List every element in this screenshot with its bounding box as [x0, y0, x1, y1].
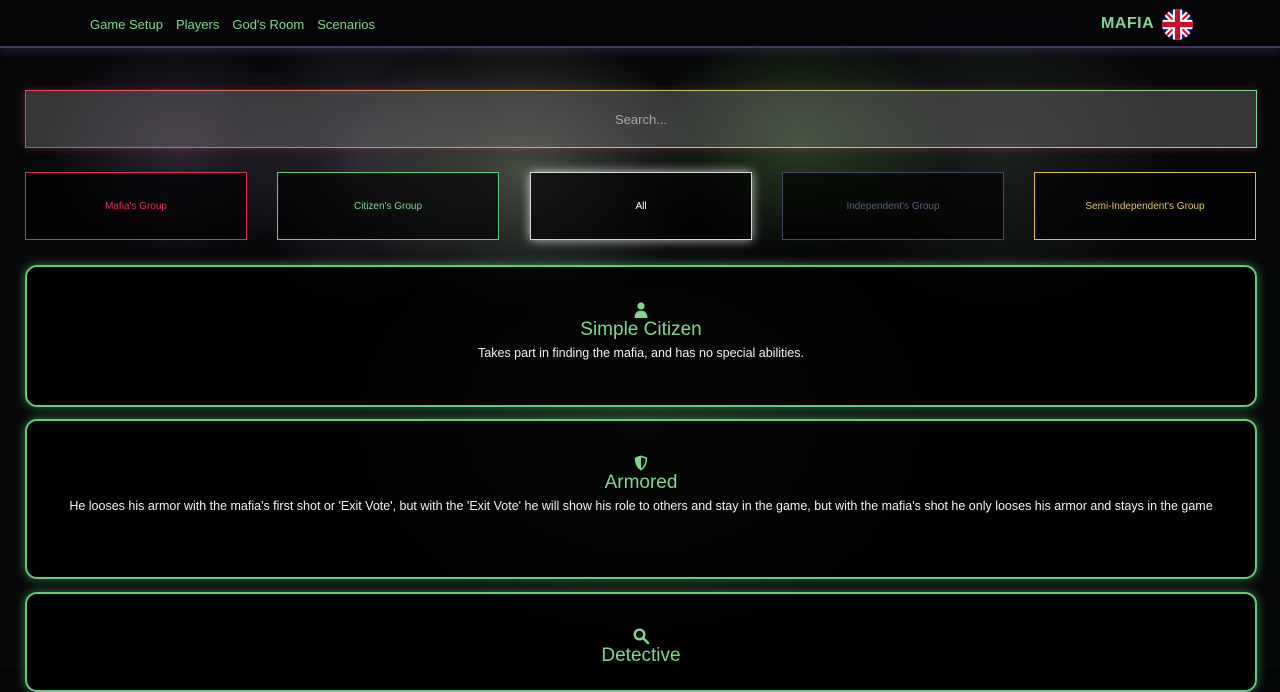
filter-all[interactable]: All [530, 172, 752, 240]
filter-independent-group[interactable]: Independent's Group [782, 172, 1004, 240]
brand: MAFIA [1101, 8, 1194, 40]
role-description: Takes part in finding the mafia, and has… [478, 346, 804, 360]
filter-citizen-group[interactable]: Citizen's Group [277, 172, 499, 240]
nav-game-setup[interactable]: Game Setup [90, 17, 163, 32]
role-card-armored[interactable]: Armored He looses his armor with the maf… [25, 419, 1257, 579]
search-input[interactable] [26, 91, 1256, 147]
role-title: Detective [601, 645, 681, 666]
role-description: He looses his armor with the mafia's fir… [69, 499, 1213, 513]
main-nav: Game Setup Players God's Room Scenarios [90, 0, 375, 48]
role-card-detective[interactable]: Detective [25, 592, 1257, 692]
brand-name: MAFIA [1101, 15, 1155, 32]
nav-gods-room[interactable]: God's Room [232, 17, 304, 32]
group-filters: Mafia's Group Citizen's Group All Indepe… [25, 172, 1257, 240]
role-title: Simple Citizen [580, 319, 702, 340]
uk-flag-icon[interactable] [1162, 8, 1194, 40]
shield-icon [634, 455, 648, 471]
user-icon [634, 302, 648, 318]
filter-semi-independent-group[interactable]: Semi-Independent's Group [1034, 172, 1256, 240]
nav-players[interactable]: Players [176, 17, 219, 32]
magnifier-icon [633, 628, 649, 644]
top-navbar: Game Setup Players God's Room Scenarios … [0, 0, 1280, 48]
filter-mafia-group[interactable]: Mafia's Group [25, 172, 247, 240]
nav-scenarios[interactable]: Scenarios [317, 17, 375, 32]
role-title: Armored [604, 472, 678, 493]
search-box [25, 90, 1257, 148]
role-card-simple-citizen[interactable]: Simple Citizen Takes part in finding the… [25, 265, 1257, 407]
